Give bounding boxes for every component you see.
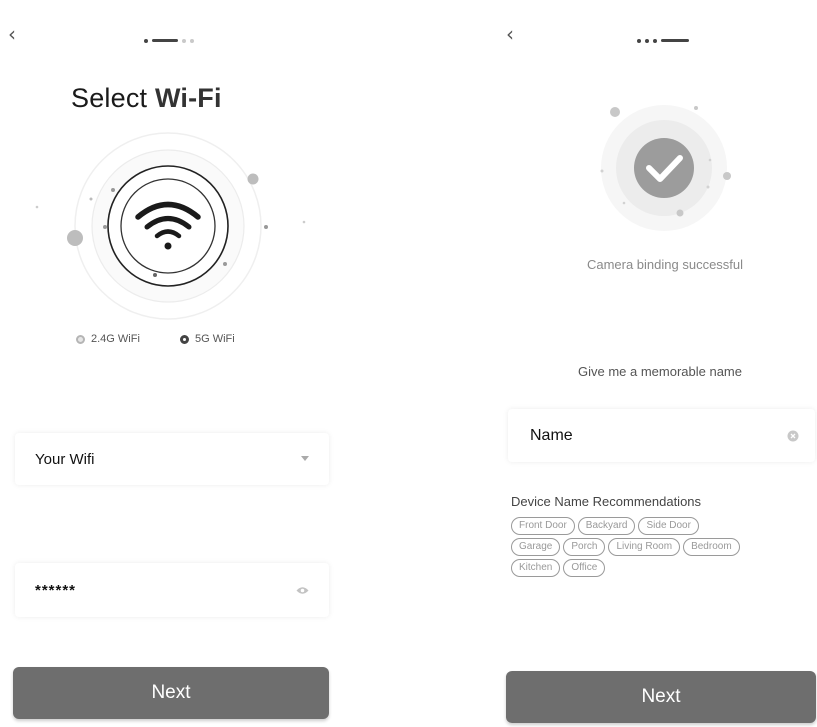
next-button[interactable]: Next: [13, 667, 329, 719]
chip-living-room[interactable]: Living Room: [608, 538, 681, 556]
wifi-password-value: ******: [35, 581, 77, 599]
chip-kitchen[interactable]: Kitchen: [511, 559, 561, 577]
next-button[interactable]: Next: [506, 671, 816, 723]
chip-porch[interactable]: Porch: [563, 538, 606, 556]
device-name-value: Name: [530, 426, 573, 444]
chip-front-door[interactable]: Front Door: [511, 517, 575, 535]
chip-office[interactable]: Office: [563, 559, 606, 577]
wifi-ssid-value: Your Wifi: [35, 450, 95, 468]
device-name-input[interactable]: Name: [508, 409, 815, 462]
recommendations-title: Device Name Recommendations: [511, 494, 702, 509]
step-indicator-icon: [637, 38, 693, 44]
binding-success-message: Camera binding successful: [586, 257, 744, 272]
back-chevron-icon[interactable]: ‹: [506, 24, 514, 44]
band-option-5g[interactable]: 5G WiFi: [180, 333, 235, 345]
clear-icon[interactable]: [787, 430, 799, 442]
radio-selected-icon: [180, 334, 189, 344]
chip-bedroom[interactable]: Bedroom: [683, 538, 740, 556]
chip-backyard[interactable]: Backyard: [577, 517, 636, 535]
wifi-password-input[interactable]: ******: [15, 563, 329, 617]
band-option-24g[interactable]: 2.4G WiFi: [76, 333, 140, 345]
band-5g-label: 5G WiFi: [195, 333, 235, 345]
chip-garage[interactable]: Garage: [511, 538, 561, 556]
dropdown-arrow-icon: [301, 456, 309, 461]
chip-side-door[interactable]: Side Door: [638, 517, 699, 535]
eye-icon[interactable]: [296, 586, 309, 595]
title-prefix: Select: [71, 83, 148, 113]
title-wifi: Wi-Fi: [154, 83, 222, 113]
screen: ‹ Select Wi-Fi 2.4G WiFi 5G WiFi Your Wi…: [0, 0, 817, 727]
success-illustration-icon: [600, 105, 731, 231]
back-chevron-icon[interactable]: ‹: [8, 24, 16, 44]
wifi-ssid-select[interactable]: Your Wifi: [15, 433, 329, 485]
name-prompt: Give me a memorable name: [577, 364, 742, 379]
radio-unselected-icon: [76, 334, 85, 344]
page-title: Select Wi-Fi: [71, 83, 222, 114]
band-24g-label: 2.4G WiFi: [91, 333, 140, 345]
wifi-illustration-icon: [35, 132, 306, 320]
step-indicator-icon: [144, 38, 204, 44]
next-button-label: Next: [151, 682, 191, 703]
next-button-label: Next: [641, 686, 681, 707]
name-recommendations: Front Door Backyard Side Door Garage Por…: [511, 517, 741, 577]
